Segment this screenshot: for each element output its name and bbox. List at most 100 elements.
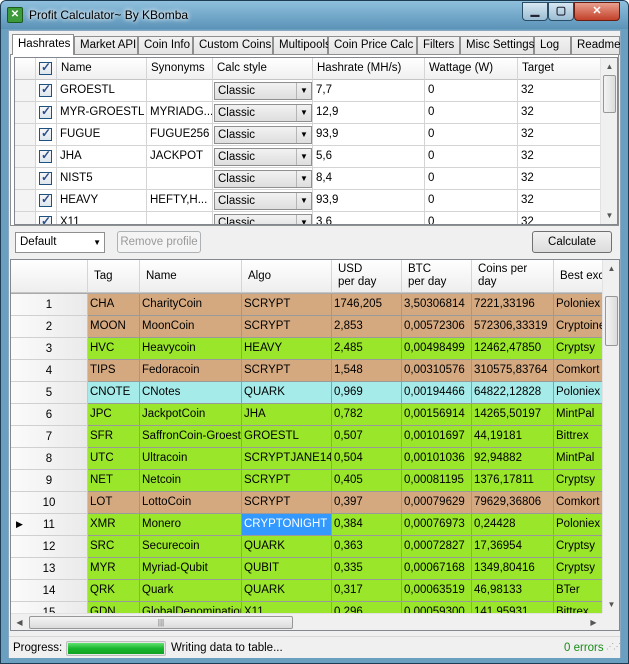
- hashrates-cell-calc-style[interactable]: Classic ▼: [213, 168, 313, 190]
- hashrates-column-header[interactable]: Hashrate (MH/s): [313, 58, 425, 80]
- hashrates-column-header[interactable]: Wattage (W): [425, 58, 518, 80]
- hashrates-cell-target[interactable]: 32: [518, 124, 602, 146]
- results-cell-name[interactable]: Quark: [140, 580, 242, 602]
- hashrates-cell-wattage[interactable]: 0: [425, 102, 518, 124]
- hashrates-cell-name[interactable]: X11: [57, 212, 147, 224]
- results-cell-coins[interactable]: 14265,50197: [472, 404, 554, 426]
- results-row-header[interactable]: 14: [11, 580, 88, 602]
- hashrates-cell-synonyms[interactable]: FUGUE256: [147, 124, 213, 146]
- hashrates-row-header[interactable]: [15, 212, 36, 224]
- hashrates-cell-calc-style[interactable]: Classic ▼: [213, 212, 313, 224]
- results-cell-coins[interactable]: 1376,17811: [472, 470, 554, 492]
- enable-checkbox[interactable]: [39, 126, 52, 141]
- hashrates-grid[interactable]: NameSynonymsCalc styleHashrate (MH/s)Wat…: [14, 57, 618, 225]
- hashrates-cell-target[interactable]: 32: [518, 80, 602, 102]
- results-cell-usd[interactable]: 1,548: [332, 360, 402, 382]
- results-cell-btc[interactable]: 0,00101036: [402, 448, 472, 470]
- results-cell-tag[interactable]: JPC: [88, 404, 140, 426]
- results-row-header[interactable]: 8: [11, 448, 88, 470]
- enable-checkbox[interactable]: [39, 82, 52, 97]
- hashrates-enable-cell[interactable]: [36, 212, 57, 224]
- results-cell-name[interactable]: Heavycoin: [140, 338, 242, 360]
- results-cell-tag[interactable]: XMR: [88, 514, 140, 536]
- results-cell-tag[interactable]: SFR: [88, 426, 140, 448]
- results-cell-coins[interactable]: 1349,80416: [472, 558, 554, 580]
- scroll-down-icon[interactable]: ▼: [604, 597, 619, 612]
- hashrates-cell-name[interactable]: MYR-GROESTL: [57, 102, 147, 124]
- results-cell-coins[interactable]: 92,94882: [472, 448, 554, 470]
- results-cell-coins[interactable]: 46,98133: [472, 580, 554, 602]
- results-cell-name[interactable]: CNotes: [140, 382, 242, 404]
- hashrates-enable-cell[interactable]: [36, 80, 57, 102]
- scroll-down-icon[interactable]: ▼: [602, 208, 617, 223]
- hashrates-cell-target[interactable]: 32: [518, 146, 602, 168]
- results-row-header[interactable]: 13: [11, 558, 88, 580]
- results-horizontal-scrollbar[interactable]: ◀ ||| ▶: [11, 613, 602, 630]
- results-cell-algo[interactable]: CRYPTONIGHT: [242, 514, 332, 536]
- tab-custom-coins[interactable]: Custom Coins: [193, 36, 273, 55]
- tab-misc-settings[interactable]: Misc Settings: [460, 36, 534, 55]
- select-all-column-header[interactable]: [36, 58, 57, 80]
- results-cell-usd[interactable]: 0,363: [332, 536, 402, 558]
- hashrates-cell-calc-style[interactable]: Classic ▼: [213, 124, 313, 146]
- enable-checkbox[interactable]: [39, 170, 52, 185]
- results-cell-name[interactable]: SaffronCoin-Groestl: [140, 426, 242, 448]
- tab-log[interactable]: Log: [534, 36, 571, 55]
- close-button[interactable]: ✕: [574, 2, 620, 21]
- results-cell-name[interactable]: Ultracoin: [140, 448, 242, 470]
- enable-checkbox[interactable]: [39, 192, 52, 207]
- results-cell-algo[interactable]: JHA: [242, 404, 332, 426]
- enable-checkbox[interactable]: [39, 214, 52, 224]
- results-cell-algo[interactable]: QUARK: [242, 382, 332, 404]
- results-cell-tag[interactable]: LOT: [88, 492, 140, 514]
- results-cell-algo[interactable]: QUARK: [242, 580, 332, 602]
- results-cell-btc[interactable]: 0,00310576: [402, 360, 472, 382]
- select-all-checkbox[interactable]: [39, 60, 52, 75]
- hashrates-cell-synonyms[interactable]: JACKPOT: [147, 146, 213, 168]
- title-bar[interactable]: ✕ Profit Calculator~ By KBomba ▁ ▢ ✕: [1, 1, 628, 29]
- hashrates-column-header[interactable]: Calc style: [213, 58, 313, 80]
- results-grid[interactable]: Tag Name Algo USD per day BTC per day Coins p…: [10, 259, 620, 631]
- results-cell-coins[interactable]: 7221,33196: [472, 294, 554, 316]
- hashrates-enable-cell[interactable]: [36, 168, 57, 190]
- hashrates-cell-hashrate[interactable]: 7,7: [313, 80, 425, 102]
- results-cell-tag[interactable]: CNOTE: [88, 382, 140, 404]
- hashrates-row-header[interactable]: [15, 124, 36, 146]
- hashrates-cell-synonyms[interactable]: [147, 212, 213, 224]
- results-cell-usd[interactable]: 0,335: [332, 558, 402, 580]
- results-column-header[interactable]: Tag: [88, 260, 140, 293]
- results-cell-usd[interactable]: 2,853: [332, 316, 402, 338]
- hashrates-row-header[interactable]: [15, 102, 36, 124]
- results-row-header[interactable]: 3: [11, 338, 88, 360]
- results-cell-btc[interactable]: 0,00079629: [402, 492, 472, 514]
- calc-style-dropdown[interactable]: Classic ▼: [214, 82, 312, 100]
- results-cell-btc[interactable]: 0,00063519: [402, 580, 472, 602]
- results-row-header[interactable]: 2: [11, 316, 88, 338]
- hashrates-cell-wattage[interactable]: 0: [425, 80, 518, 102]
- tab-readme[interactable]: Readme: [571, 36, 620, 55]
- hashrates-column-header[interactable]: Synonyms: [147, 58, 213, 80]
- results-cell-algo[interactable]: SCRYPTJANE14: [242, 448, 332, 470]
- hashrates-cell-hashrate[interactable]: 5,6: [313, 146, 425, 168]
- maximize-button[interactable]: ▢: [548, 2, 574, 21]
- hashrates-vertical-scrollbar[interactable]: ▲ ▼: [600, 58, 617, 224]
- results-column-header[interactable]: Coins per day: [472, 260, 554, 293]
- scroll-up-icon[interactable]: ▲: [602, 59, 617, 74]
- hashrates-enable-cell[interactable]: [36, 146, 57, 168]
- calc-style-dropdown[interactable]: Classic ▼: [214, 214, 312, 224]
- tab-market-api[interactable]: Market API: [74, 36, 138, 55]
- hashrates-cell-wattage[interactable]: 0: [425, 146, 518, 168]
- results-cell-usd[interactable]: 1746,205: [332, 294, 402, 316]
- calc-style-dropdown[interactable]: Classic ▼: [214, 170, 312, 188]
- profile-select[interactable]: Default ▼: [15, 232, 105, 253]
- results-column-header[interactable]: BTC per day: [402, 260, 472, 293]
- results-cell-name[interactable]: Monero: [140, 514, 242, 536]
- hashrates-cell-hashrate[interactable]: 93,9: [313, 124, 425, 146]
- results-cell-usd[interactable]: 2,485: [332, 338, 402, 360]
- tab-multipools[interactable]: Multipools: [273, 36, 331, 55]
- results-row-header[interactable]: 7: [11, 426, 88, 448]
- hashrates-cell-name[interactable]: GROESTL: [57, 80, 147, 102]
- hashrates-cell-synonyms[interactable]: MYRIADG...: [147, 102, 213, 124]
- results-cell-algo[interactable]: SCRYPT: [242, 470, 332, 492]
- hashrates-cell-target[interactable]: 32: [518, 190, 602, 212]
